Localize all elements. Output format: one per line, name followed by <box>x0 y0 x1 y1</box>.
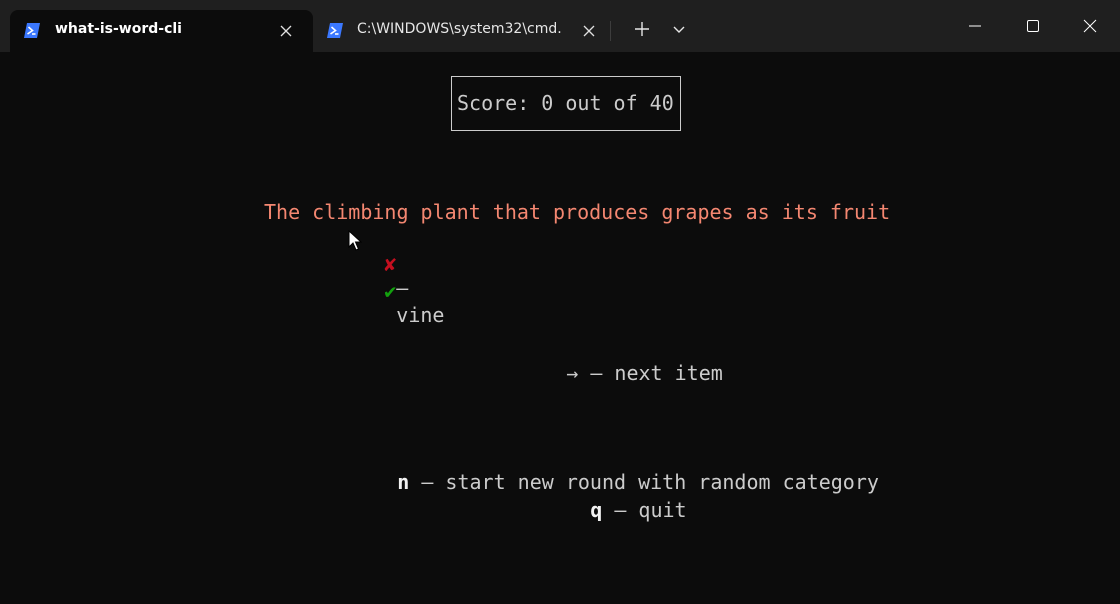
powershell-icon <box>24 23 40 38</box>
powershell-icon <box>327 23 343 38</box>
new-round-key: n <box>397 470 410 494</box>
score-text: Score: 0 out of 40 <box>457 91 674 115</box>
title-bar: what-is-word-cli C:\WINDOWS\system32\cmd… <box>0 0 1120 52</box>
minimize-icon <box>969 25 981 27</box>
tab-label: what-is-word-cli <box>55 21 182 37</box>
tab-what-is-word-cli[interactable]: what-is-word-cli <box>10 10 313 52</box>
close-icon <box>1083 19 1097 33</box>
close-icon[interactable] <box>278 23 294 39</box>
next-item-hint: → – next item <box>494 337 723 409</box>
new-tab-button[interactable] <box>627 14 657 44</box>
quit-label: – quit <box>602 498 687 522</box>
tab-dropdown-button[interactable] <box>664 14 694 44</box>
correct-answer: vine <box>396 303 445 327</box>
tab-cmd[interactable]: C:\WINDOWS\system32\cmd.e <box>315 10 611 52</box>
chevron-down-icon <box>673 26 685 33</box>
check-icon: ✔ <box>384 279 397 303</box>
maximize-icon <box>1027 20 1039 32</box>
terminal-window: what-is-word-cli C:\WINDOWS\system32\cmd… <box>0 0 1120 604</box>
quit-hint: q – quit <box>518 474 687 546</box>
next-item-label: – next item <box>578 361 723 385</box>
arrow-right-icon: → <box>566 361 579 385</box>
quit-key: q <box>590 498 603 522</box>
question-text: The climbing plant that produces grapes … <box>264 200 891 224</box>
plus-icon <box>635 22 649 36</box>
correct-answer-row: ✔ vine <box>312 255 444 351</box>
tab-label: C:\WINDOWS\system32\cmd.e <box>357 21 562 37</box>
terminal-output[interactable]: Score: 0 out of 40 The climbing plant th… <box>0 52 1120 604</box>
minimize-button[interactable] <box>945 0 1005 52</box>
mouse-pointer-icon <box>348 230 362 251</box>
close-window-button[interactable] <box>1060 0 1120 52</box>
score-box: Score: 0 out of 40 <box>451 76 681 131</box>
maximize-button[interactable] <box>1003 0 1063 52</box>
close-icon[interactable] <box>581 23 597 39</box>
